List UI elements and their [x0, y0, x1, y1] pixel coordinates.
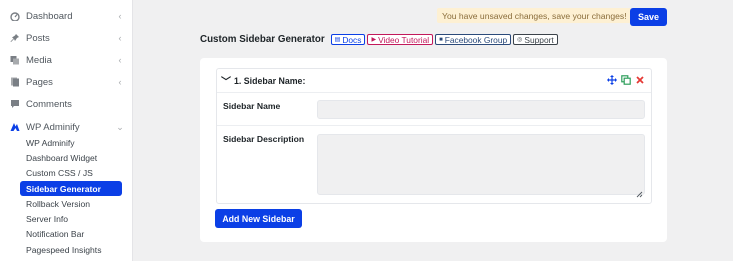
document-icon: ▤: [334, 37, 341, 43]
resize-handle-icon[interactable]: [635, 185, 643, 198]
save-button[interactable]: Save: [630, 8, 667, 26]
submenu-item-custom-css-js[interactable]: Custom CSS / JS: [20, 165, 122, 180]
repeater-item-header[interactable]: ﹀ 1. Sidebar Name:: [217, 69, 651, 93]
menu-item-label: WP Adminify: [26, 121, 80, 133]
menu-item-label: Pages: [26, 76, 53, 88]
chevron-left-icon: ‹: [118, 33, 122, 43]
repeater-item-title-wrap: ﹀ 1. Sidebar Name:: [221, 73, 306, 89]
admin-sidebar: Dashboard ‹ Posts ‹ Media ‹ Pages ‹ Comm…: [0, 0, 133, 261]
sidebar-description-label: Sidebar Description: [223, 134, 305, 144]
repeater-actions: [607, 75, 645, 85]
menu-item-label: Dashboard: [26, 10, 73, 22]
support-label: Support: [524, 34, 554, 45]
move-icon[interactable]: [607, 75, 617, 85]
menu-item-comments[interactable]: Comments: [0, 93, 133, 115]
sidebar-name-input[interactable]: [317, 100, 645, 119]
menu-item-pages[interactable]: Pages ‹: [0, 71, 133, 93]
sidebar-description-row: Sidebar Description: [217, 126, 651, 203]
page-title: Custom Sidebar Generator: [200, 34, 325, 45]
menu-item-dashboard[interactable]: Dashboard ‹: [0, 5, 133, 27]
support-icon: ◎: [517, 37, 523, 43]
comment-icon: [10, 99, 20, 109]
video-tutorial-label: Video Tutorial: [378, 34, 430, 45]
menu-item-media[interactable]: Media ‹: [0, 49, 133, 71]
submenu-item-wp-adminify[interactable]: WP Adminify: [20, 135, 122, 150]
facebook-group-label: Facebook Group: [444, 34, 508, 45]
chevron-left-icon: ‹: [118, 77, 122, 87]
sidebar-repeater-item: ﹀ 1. Sidebar Name: Sidebar Name Sidebar …: [216, 68, 652, 204]
submenu-item-server-info[interactable]: Server Info: [20, 211, 122, 226]
submenu-item-notification-bar[interactable]: Notification Bar: [20, 226, 122, 241]
duplicate-icon[interactable]: [621, 75, 631, 85]
submenu-item-pagespeed-insights[interactable]: Pagespeed Insights: [20, 242, 122, 257]
chevron-down-icon[interactable]: ﹀: [221, 73, 231, 88]
menu-item-label: Media: [26, 54, 52, 66]
menu-item-label: Posts: [26, 32, 50, 44]
facebook-icon: ■: [439, 36, 443, 43]
sidebar-description-textarea[interactable]: [317, 134, 645, 198]
page-header: Custom Sidebar Generator ▤ Docs ▶ Video …: [200, 34, 558, 45]
sidebar-name-row: Sidebar Name: [217, 93, 651, 126]
support-link[interactable]: ◎ Support: [513, 34, 558, 45]
submenu-item-sidebar-generator[interactable]: Sidebar Generator: [20, 181, 122, 196]
chevron-down-icon: ⌄: [116, 121, 124, 132]
chevron-left-icon: ‹: [118, 11, 122, 21]
sidebar-name-label: Sidebar Name: [223, 101, 281, 111]
submenu-item-rollback-version[interactable]: Rollback Version: [20, 196, 122, 211]
docs-label: Docs: [342, 34, 362, 45]
add-new-sidebar-button[interactable]: Add New Sidebar: [215, 209, 302, 228]
media-icon: [10, 55, 20, 65]
adminify-icon: [10, 122, 20, 132]
pin-icon: [10, 33, 20, 43]
chevron-left-icon: ‹: [118, 55, 122, 65]
menu-item-posts[interactable]: Posts ‹: [0, 27, 133, 49]
submenu-item-dashboard-widget[interactable]: Dashboard Widget: [20, 150, 122, 165]
dashboard-icon: [10, 11, 20, 21]
video-tutorial-link[interactable]: ▶ Video Tutorial: [367, 34, 434, 45]
unsaved-changes-notice: You have unsaved changes, save your chan…: [437, 8, 632, 23]
play-icon: ▶: [371, 37, 377, 43]
menu-item-label: Comments: [26, 98, 72, 110]
pages-icon: [10, 77, 20, 87]
delete-icon[interactable]: [635, 75, 645, 85]
docs-link[interactable]: ▤ Docs: [330, 34, 366, 45]
repeater-item-title: 1. Sidebar Name:: [234, 75, 306, 86]
facebook-group-link[interactable]: ■ Facebook Group: [435, 34, 512, 45]
